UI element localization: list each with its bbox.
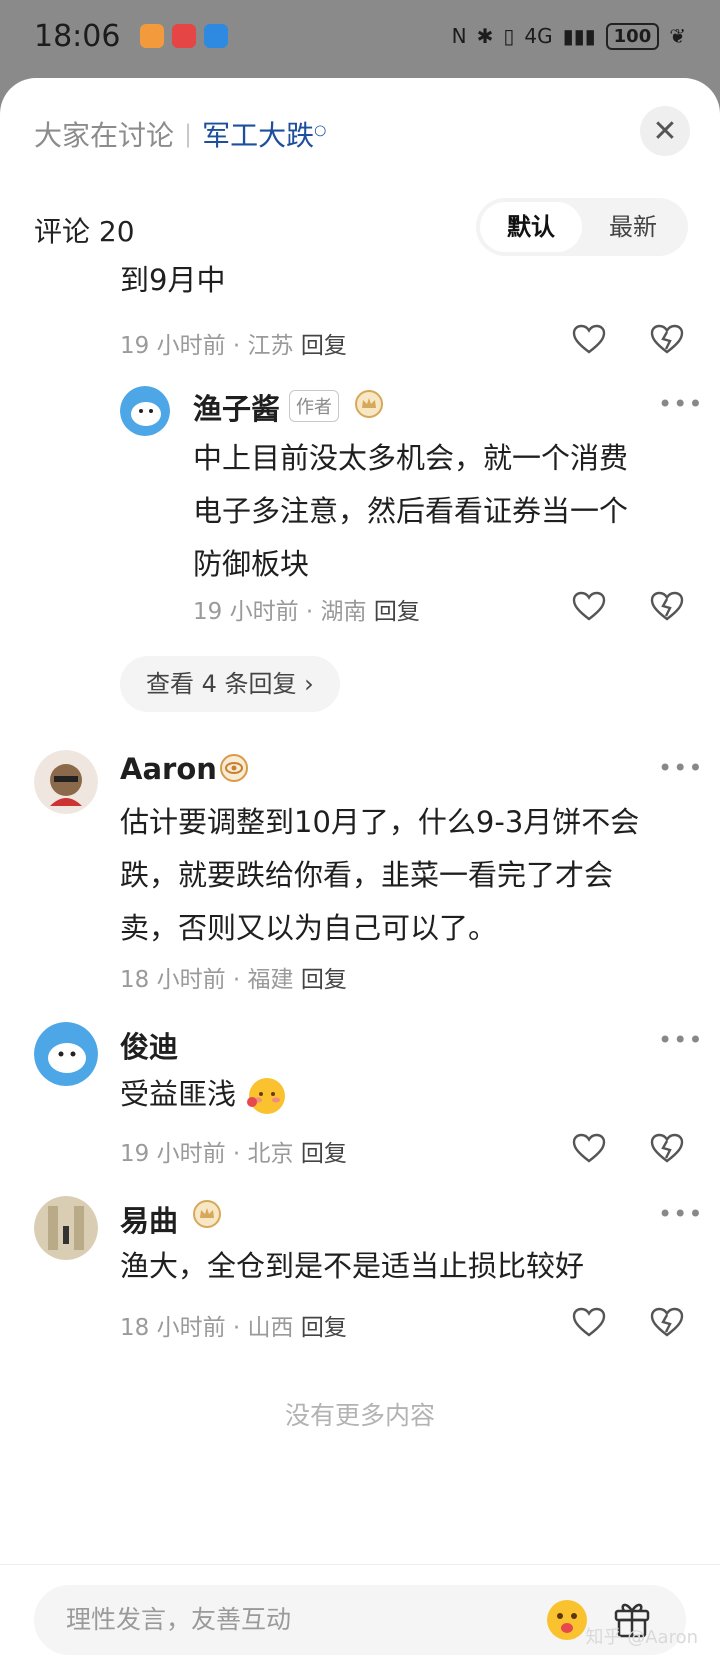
like-icon[interactable] [572, 324, 606, 354]
comments-count: 评论 20 [34, 215, 135, 248]
battery-indicator: 100 [605, 22, 660, 50]
topic-link[interactable]: 军工大跌○ [202, 114, 326, 154]
discussion-label: 大家在讨论 [34, 119, 175, 152]
comment-text: 受益匪浅 [120, 1068, 287, 1121]
close-button[interactable]: ✕ [640, 106, 690, 156]
avatar[interactable] [34, 1022, 98, 1086]
search-icon: ○ [314, 122, 327, 139]
comment-line: 防御板块 [193, 547, 310, 581]
reply-button[interactable]: 回复 [301, 1141, 347, 1167]
comment-line: 电子多注意，然后看看证券当一个 [193, 494, 629, 528]
more-options-icon[interactable]: ••• [658, 1026, 703, 1054]
comment-meta: 18 小时前 · 山西 回复 [120, 1315, 347, 1341]
comment-text: 渔大，全仓到是不是适当止损比较好 [120, 1249, 585, 1283]
reply-button[interactable]: 回复 [374, 599, 420, 625]
comment-meta: 19 小时前 · 江苏 回复 [120, 333, 347, 359]
sort-default-button[interactable]: 默认 [480, 202, 582, 252]
emoji-icon[interactable] [544, 1597, 590, 1643]
dislike-icon[interactable] [650, 1133, 684, 1163]
comment-line: 卖，否则又以为自己可以了。 [120, 911, 498, 945]
comment-text: 中上目前没太多机会，就一个消费 电子多注意，然后看看证券当一个 防御板块 [193, 432, 628, 591]
red-app-icon [172, 24, 197, 48]
sort-latest-button[interactable]: 最新 [582, 202, 684, 252]
dislike-icon[interactable] [650, 591, 684, 621]
comment-location: 北京 [247, 1141, 294, 1167]
status-time: 18:06 [34, 18, 121, 54]
vibrate-icon: ▯ [503, 24, 515, 48]
header-divider: | [184, 120, 193, 148]
comment-time: 19 小时前 [120, 333, 226, 359]
avatar[interactable] [34, 750, 98, 814]
comment-time: 19 小时前 [193, 599, 299, 625]
blushing-emoji-icon [247, 1078, 286, 1114]
reply-button[interactable]: 回复 [301, 1315, 347, 1341]
comment-time: 18 小时前 [120, 1315, 226, 1341]
comments-sheet: 大家在讨论 | 军工大跌○ ✕ 评论 20 默认 最新 到9月中 19 小时前 … [0, 78, 720, 1669]
close-icon: ✕ [652, 113, 678, 149]
leaf-icon: ❦ [669, 24, 686, 48]
reply-button[interactable]: 回复 [301, 967, 347, 993]
comment-line: 中上目前没太多机会，就一个消费 [193, 441, 629, 475]
comment-time: 19 小时前 [120, 1141, 226, 1167]
comment-time: 18 小时前 [120, 967, 226, 993]
dislike-icon[interactable] [650, 1307, 684, 1337]
author-tag: 作者 [289, 390, 339, 422]
bluetooth-icon: ✱ [476, 24, 494, 48]
comment-meta: 19 小时前 · 北京 回复 [120, 1141, 347, 1167]
crown-badge-icon [355, 390, 383, 418]
comment-meta: 19 小时前 · 湖南 回复 [193, 599, 420, 625]
sheet-header: 大家在讨论 | 军工大跌○ [34, 114, 326, 154]
avatar[interactable] [120, 386, 170, 436]
comment-username[interactable]: 渔子酱 [193, 386, 280, 428]
comment-username[interactable]: 俊迪 [120, 1024, 178, 1066]
comment-line: 估计要调整到10月了，什么9-3月饼不会 [120, 805, 640, 839]
home-app-icon [140, 24, 165, 48]
eye-badge-icon [220, 754, 248, 782]
comment-text: 到9月中 [120, 263, 226, 297]
reply-button[interactable]: 回复 [301, 333, 347, 359]
like-icon[interactable] [572, 1133, 606, 1163]
more-options-icon[interactable]: ••• [658, 754, 703, 782]
more-options-icon[interactable]: ••• [658, 390, 703, 418]
network-type: 4G [524, 24, 553, 48]
comment-location: 福建 [247, 967, 294, 993]
comment-meta: 18 小时前 · 福建 回复 [120, 967, 347, 993]
comment-location: 山西 [247, 1315, 294, 1341]
topic-label: 军工大跌 [202, 119, 315, 152]
dislike-icon[interactable] [650, 324, 684, 354]
status-bar: 18:06 N ✱ ▯ 4G ▮▮▮ 100 ❦ [0, 0, 720, 72]
avatar[interactable] [34, 1196, 98, 1260]
comment-username[interactable]: 易曲 [120, 1198, 178, 1240]
view-replies-button[interactable]: 查看 4 条回复 › [120, 656, 340, 712]
status-icons: N ✱ ▯ 4G ▮▮▮ 100 ❦ [451, 22, 686, 50]
comment-input-bar: 理性发言，友善互动 知乎 @Aaron [0, 1564, 720, 1669]
comment-text: 估计要调整到10月了，什么9-3月饼不会 跌，就要跌给你看，韭菜一看完了才会 卖… [120, 796, 639, 955]
comment-username[interactable]: Aaron [120, 752, 217, 786]
more-options-icon[interactable]: ••• [658, 1200, 703, 1228]
comment-line: 跌，就要跌给你看，韭菜一看完了才会 [120, 858, 614, 892]
signal-icon: ▮▮▮ [562, 24, 596, 48]
no-more-content: 没有更多内容 [284, 1401, 435, 1430]
sort-toggle: 默认 最新 [476, 198, 688, 256]
nfc-icon: N [451, 24, 467, 48]
watermark: 知乎 @Aaron [585, 1627, 699, 1648]
comment-body: 受益匪浅 [120, 1077, 237, 1111]
weather-app-icon [204, 24, 229, 48]
comment-location: 湖南 [320, 599, 367, 625]
crown-badge-icon [193, 1200, 221, 1228]
like-icon[interactable] [572, 591, 606, 621]
like-icon[interactable] [572, 1307, 606, 1337]
comment-location: 江苏 [247, 333, 294, 359]
